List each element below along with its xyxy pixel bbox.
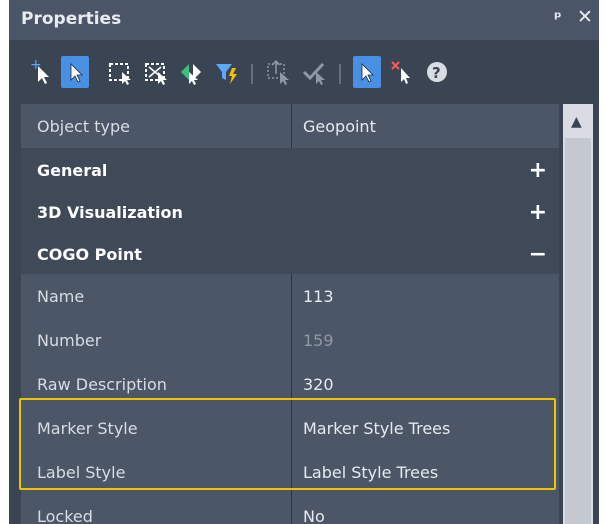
- row-object-type[interactable]: Object type Geopoint: [21, 104, 559, 149]
- property-value[interactable]: 320: [291, 375, 559, 394]
- category-general[interactable]: General +: [21, 148, 559, 192]
- row-label-style[interactable]: Label Style Label Style Trees: [21, 450, 559, 495]
- row-raw-description[interactable]: Raw Description 320: [21, 362, 559, 407]
- column-divider: [291, 362, 292, 406]
- select-pointer-icon[interactable]: [61, 56, 89, 88]
- property-name: Marker Style: [37, 418, 138, 438]
- properties-panel: Properties ᵖ ✕ + ? Object type Geopoint …: [9, 0, 599, 524]
- row-name[interactable]: Name 113: [21, 274, 559, 319]
- category-label: COGO Point: [37, 244, 142, 264]
- svg-text:?: ?: [432, 64, 441, 82]
- scroll-up-arrow-icon[interactable]: ▲: [571, 114, 582, 130]
- apply-icon[interactable]: [301, 56, 329, 88]
- expand-plus-icon[interactable]: +: [529, 200, 547, 225]
- property-grid: Object type Geopoint General + 3D Visual…: [21, 104, 559, 524]
- property-value[interactable]: 113: [291, 287, 559, 306]
- property-value[interactable]: No: [291, 507, 559, 524]
- property-value: Geopoint: [303, 116, 376, 136]
- category-3d-visualization[interactable]: 3D Visualization +: [21, 190, 559, 234]
- toolbar: + ?: [9, 40, 599, 104]
- category-label: General: [37, 160, 108, 180]
- toolbar-separator: [339, 64, 341, 84]
- row-locked[interactable]: Locked No: [21, 494, 559, 524]
- property-name: Locked: [37, 506, 93, 524]
- select-crossing-icon[interactable]: [143, 56, 171, 88]
- select-similar-icon[interactable]: [265, 56, 293, 88]
- toggle-pickadd-icon[interactable]: [353, 56, 381, 88]
- add-pointer-icon[interactable]: +: [27, 56, 55, 88]
- remove-pointer-icon[interactable]: [389, 56, 417, 88]
- vertical-scrollbar[interactable]: ▲: [563, 104, 593, 524]
- property-name: Name: [37, 286, 85, 306]
- scrollbar-thumb[interactable]: [565, 138, 591, 524]
- panel-title: Properties: [21, 9, 122, 29]
- column-divider: [291, 274, 292, 318]
- property-value[interactable]: Marker Style Trees: [291, 419, 559, 438]
- pin-icon[interactable]: ᵖ: [554, 8, 562, 27]
- column-divider: [291, 494, 292, 524]
- property-name: Number: [37, 330, 102, 350]
- property-name: Raw Description: [37, 374, 167, 394]
- row-marker-style[interactable]: Marker Style Marker Style Trees: [21, 406, 559, 451]
- column-divider: [291, 318, 292, 362]
- column-divider: [291, 450, 292, 494]
- property-name: Object type: [37, 116, 130, 136]
- title-bar: Properties ᵖ ✕: [9, 0, 599, 40]
- collapse-minus-icon[interactable]: −: [529, 242, 547, 267]
- column-divider: [291, 104, 292, 148]
- close-icon[interactable]: ✕: [577, 6, 593, 28]
- category-label: 3D Visualization: [37, 202, 183, 222]
- column-divider: [291, 406, 292, 450]
- row-number[interactable]: Number 159: [21, 318, 559, 363]
- property-value[interactable]: Label Style Trees: [291, 463, 559, 482]
- property-value: 159: [303, 330, 334, 350]
- property-name: Label Style: [37, 462, 126, 482]
- select-group-icon[interactable]: [177, 56, 205, 88]
- help-icon[interactable]: ?: [423, 56, 451, 88]
- select-window-icon[interactable]: [107, 56, 135, 88]
- expand-plus-icon[interactable]: +: [529, 158, 547, 183]
- toolbar-separator: [251, 64, 253, 84]
- category-cogo-point[interactable]: COGO Point −: [21, 232, 559, 276]
- filter-icon[interactable]: [213, 56, 241, 88]
